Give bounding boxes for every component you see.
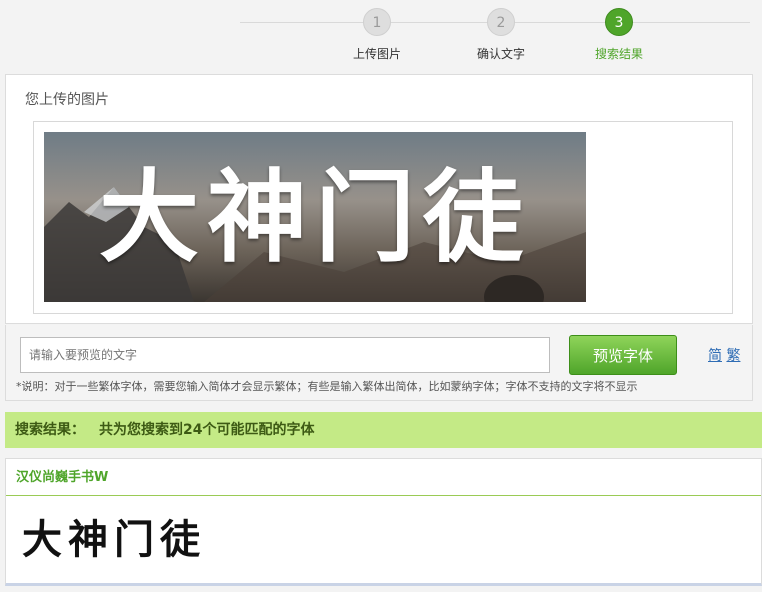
script-toggle: 简 繁 <box>708 345 740 365</box>
image-frame: 大神门徒 <box>33 121 733 314</box>
step-label: 上传图片 <box>352 47 401 61</box>
results-label: 搜索结果： <box>15 422 85 438</box>
preview-text-input[interactable] <box>20 337 550 373</box>
font-result-card: 汉仪尚巍手书W 大神门徒 <box>5 458 762 586</box>
panel-title: 您上传的图片 <box>25 92 109 108</box>
font-sample-preview: 大神门徒 <box>22 516 206 563</box>
step-number-circle: 3 <box>605 8 633 36</box>
traditional-link[interactable]: 繁 <box>726 348 740 364</box>
step-number-circle: 2 <box>487 8 515 36</box>
step-confirm-text: 2 确认文字 <box>446 8 556 62</box>
step-label: 搜索结果 <box>594 47 643 61</box>
step-search-results: 3 搜索结果 <box>564 8 674 62</box>
simplified-link[interactable]: 简 <box>708 348 722 364</box>
step-upload: 1 上传图片 <box>322 8 432 62</box>
uploaded-image-lettering: 大神门徒 <box>99 158 531 276</box>
preview-font-button[interactable]: 预览字体 <box>569 335 677 375</box>
step-number-circle: 1 <box>363 8 391 36</box>
results-summary: 共为您搜索到24个可能匹配的字体 <box>99 422 315 438</box>
results-bar: 搜索结果： 共为您搜索到24个可能匹配的字体 <box>5 412 762 448</box>
preview-controls: 预览字体 简 繁 *说明：对于一些繁体字体，需要您输入简体才会显示繁体；有些是输… <box>5 325 753 401</box>
uploaded-image: 大神门徒 <box>44 132 586 302</box>
uploaded-image-panel: 您上传的图片 大神门徒 <box>5 74 753 324</box>
progress-stepper: 1 上传图片 2 确认文字 3 搜索结果 <box>0 0 762 72</box>
font-name-link[interactable]: 汉仪尚巍手书W <box>6 459 761 496</box>
step-label: 确认文字 <box>476 47 525 61</box>
preview-note: *说明：对于一些繁体字体，需要您输入简体才会显示繁体；有些是输入繁体出简体，比如… <box>16 380 638 393</box>
